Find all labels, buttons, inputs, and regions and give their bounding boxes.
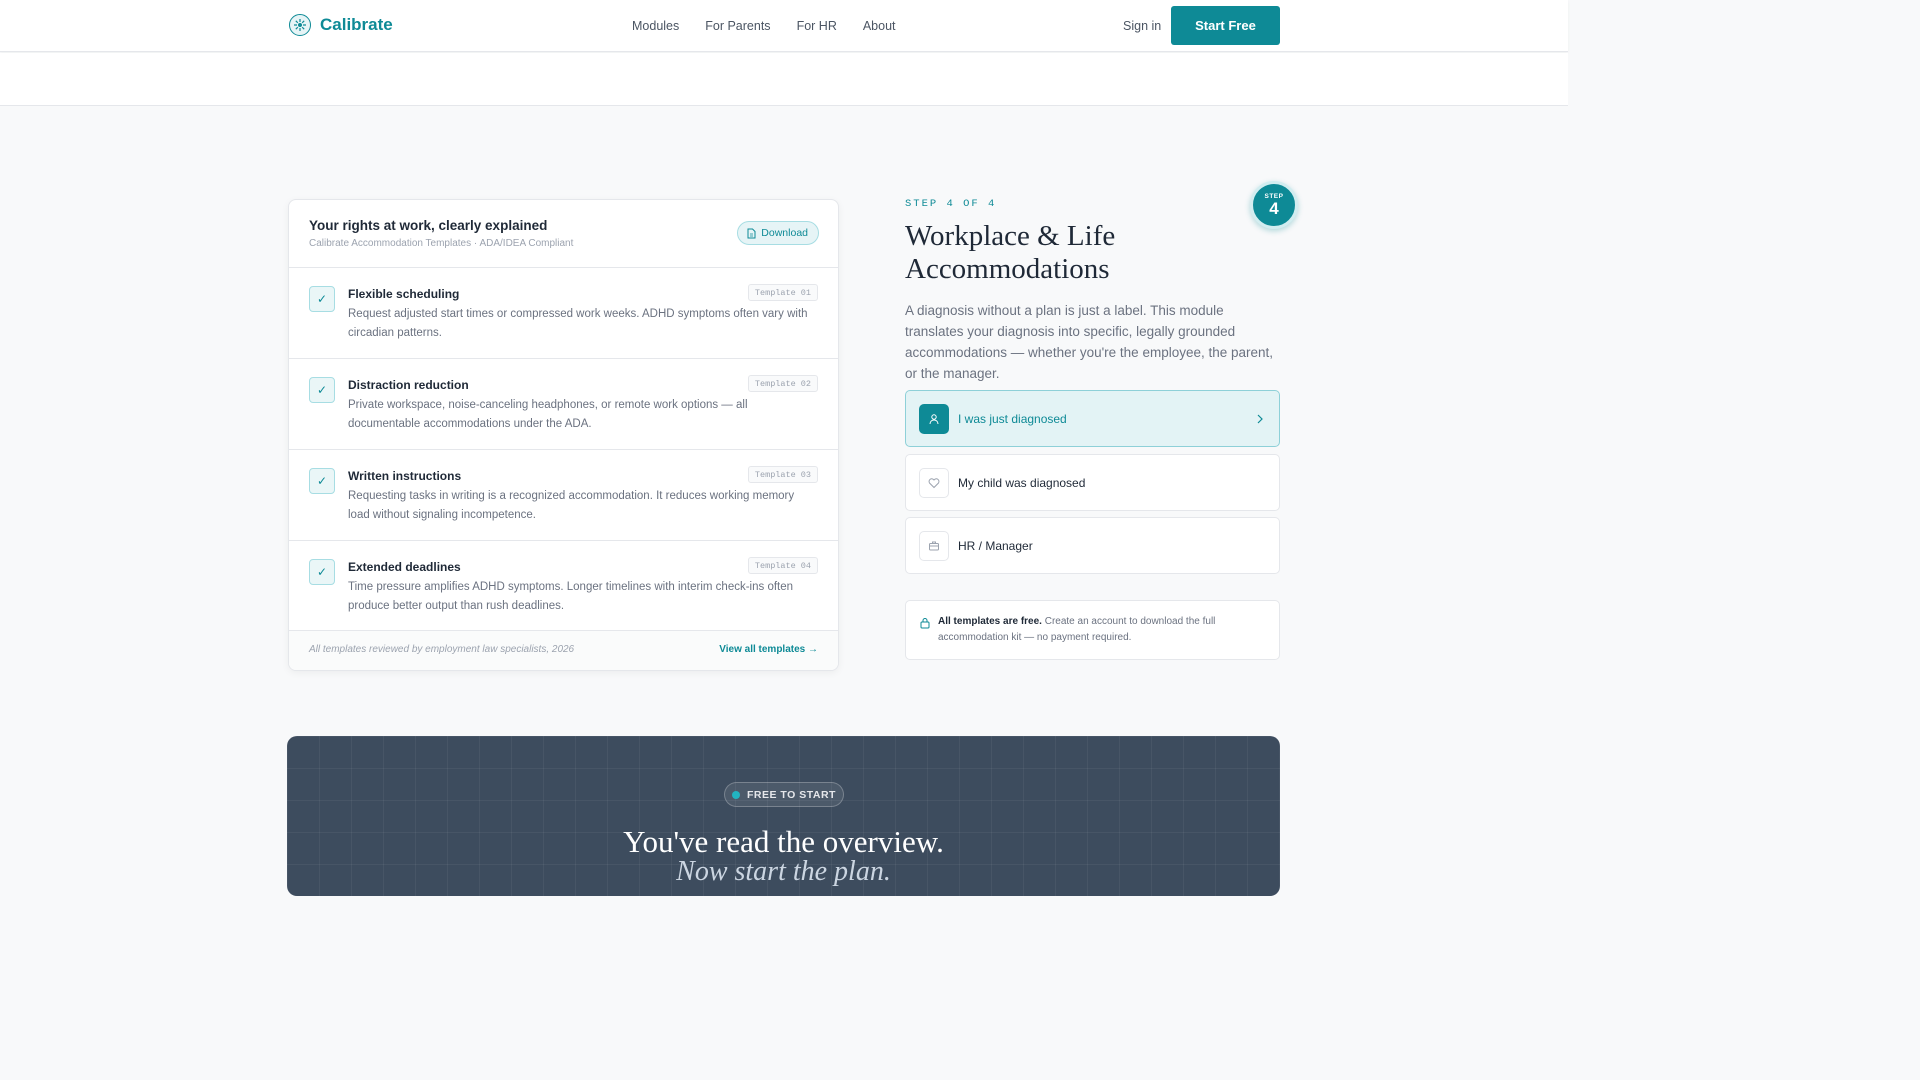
option-just-diagnosed[interactable]: I was just diagnosed [905, 390, 1280, 447]
nav-about[interactable]: About [863, 19, 896, 33]
main-nav: Modules For Parents For HR About [632, 19, 896, 33]
header-spacer [0, 53, 1568, 106]
template-row[interactable]: ✓ Extended deadlines Time pressure ampli… [289, 541, 838, 632]
user-icon [919, 404, 949, 434]
lock-icon [920, 616, 930, 634]
check-icon: ✓ [309, 377, 335, 403]
calibrate-logo-icon [289, 14, 311, 36]
note-text: All templates are free. Create an accoun… [938, 614, 1258, 646]
cta-banner: FREE TO START You've read the overview. … [287, 736, 1280, 896]
step-badge: STEP 4 [1250, 181, 1298, 229]
brand[interactable]: Calibrate [289, 14, 393, 36]
review-note: All templates reviewed by employment law… [309, 644, 575, 655]
module-description: A diagnosis without a plan is just a lab… [905, 303, 1274, 381]
template-description: Request adjusted start times or compress… [348, 308, 808, 339]
document-icon [747, 228, 756, 238]
template-title: Extended deadlines [348, 560, 461, 574]
template-description: Time pressure amplifies ADHD symptoms. L… [348, 581, 794, 612]
note-bold: All templates are free. [938, 616, 1042, 627]
cta-heading: You've read the overview. [623, 824, 944, 859]
cta-subheading: Now start the plan. [676, 856, 891, 887]
check-icon: ✓ [309, 559, 335, 585]
template-description: Private workspace, noise-canceling headp… [348, 399, 748, 430]
template-tag: Template 01 [747, 284, 818, 301]
template-tag: Template 04 [747, 557, 818, 574]
free-to-start-pill: FREE TO START [724, 782, 844, 807]
card-footer: All templates reviewed by employment law… [289, 630, 838, 670]
card-subtitle: Calibrate Accommodation Templates · ADA/… [309, 238, 574, 249]
template-tag: Template 02 [747, 375, 818, 392]
arrow-right-icon: → [808, 644, 818, 655]
check-icon: ✓ [309, 286, 335, 312]
chevron-right-icon [1256, 411, 1264, 429]
briefcase-icon [919, 531, 949, 561]
option-label: My child was diagnosed [958, 476, 1086, 490]
template-tag: Template 03 [747, 466, 818, 483]
template-title: Written instructions [348, 469, 462, 483]
check-icon: ✓ [309, 468, 335, 494]
templates-card: Your rights at work, clearly explained C… [288, 199, 839, 671]
template-row[interactable]: ✓ Flexible scheduling Request adjusted s… [289, 268, 838, 359]
card-header: Your rights at work, clearly explained C… [289, 200, 838, 268]
nav-modules[interactable]: Modules [632, 19, 679, 33]
view-all-templates-link[interactable]: View all templates → [719, 644, 818, 655]
template-row[interactable]: ✓ Distraction reduction Private workspac… [289, 359, 838, 450]
option-label: HR / Manager [958, 539, 1033, 553]
module-heading: Workplace & Life Accommodations [905, 220, 1116, 285]
status-dot-icon [732, 790, 741, 799]
step-label: STEP 4 OF 4 [905, 198, 997, 210]
option-hr-manager[interactable]: HR / Manager [905, 517, 1280, 574]
template-title: Flexible scheduling [348, 287, 460, 301]
sign-in-link[interactable]: Sign in [1123, 19, 1161, 33]
brand-name: Calibrate [320, 15, 393, 34]
download-label: Download [761, 227, 808, 239]
nav-for-hr[interactable]: For HR [797, 19, 837, 33]
free-templates-note: All templates are free. Create an accoun… [905, 600, 1280, 660]
top-navbar: Calibrate Modules For Parents For HR Abo… [0, 0, 1568, 52]
option-child-diagnosed[interactable]: My child was diagnosed [905, 454, 1280, 511]
template-description: Requesting tasks in writing is a recogni… [348, 490, 795, 521]
heart-icon [919, 468, 949, 498]
step-badge-number: 4 [1269, 198, 1279, 218]
start-free-button[interactable]: Start Free [1171, 6, 1280, 45]
nav-for-parents[interactable]: For Parents [705, 19, 770, 33]
template-title: Distraction reduction [348, 378, 469, 392]
view-all-label: View all templates [719, 644, 806, 655]
option-label: I was just diagnosed [958, 412, 1067, 426]
card-title: Your rights at work, clearly explained [309, 218, 548, 233]
template-row[interactable]: ✓ Written instructions Requesting tasks … [289, 450, 838, 541]
download-button[interactable]: Download [737, 221, 819, 245]
pill-label: FREE TO START [747, 788, 836, 801]
